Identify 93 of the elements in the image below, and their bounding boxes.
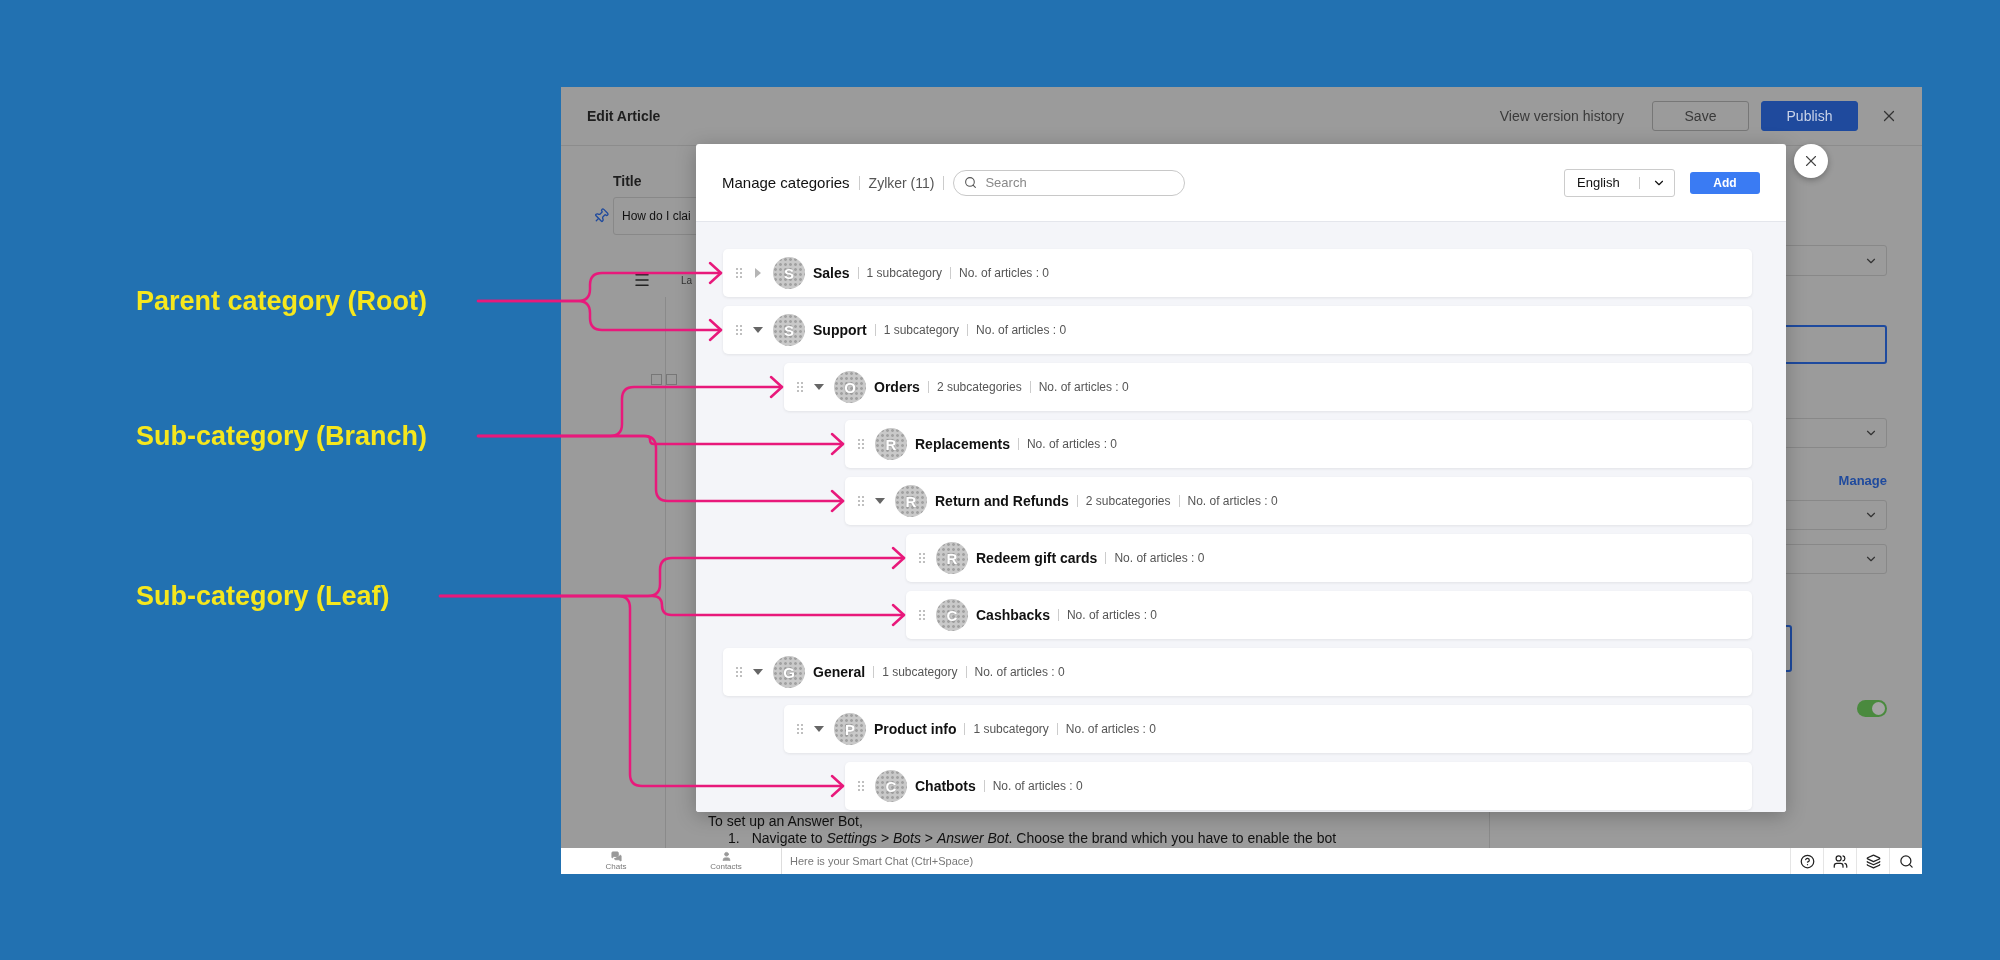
category-avatar: G	[773, 656, 805, 688]
category-row[interactable]: G General 1 subcategory No. of articles : 0	[723, 648, 1752, 696]
drag-handle-icon[interactable]	[735, 666, 743, 678]
article-count: No. of articles : 0	[1187, 494, 1278, 508]
category-avatar: C	[875, 770, 907, 802]
category-name: Orders	[874, 379, 920, 395]
article-count: No. of articles : 0	[1038, 380, 1129, 394]
bottom-tab[interactable]: Contacts	[671, 848, 781, 874]
chat-bubbles-icon	[610, 851, 622, 862]
stack-icon[interactable]	[1865, 853, 1881, 869]
article-count: No. of articles : 0	[976, 323, 1067, 337]
language-select[interactable]: English	[1564, 168, 1675, 197]
list-text: Navigate to Settings > Bots > Answer Bot. Choose the brand which you have to enable the bot	[751, 830, 1337, 847]
subcategory-count: 2 subcategories	[1085, 494, 1171, 508]
person-icon	[720, 851, 732, 862]
article-count: No. of articles : 0	[1065, 722, 1156, 736]
article-count: No. of articles : 0	[974, 665, 1065, 679]
article-count: No. of articles : 0	[959, 266, 1050, 280]
category-row[interactable]: C Chatbots No. of articles : 0	[845, 762, 1752, 810]
help-icon[interactable]	[1799, 853, 1815, 869]
category-row[interactable]: S Sales 1 subcategory No. of articles : 0	[723, 249, 1752, 297]
search-input[interactable]: Search	[983, 174, 1168, 191]
category-row[interactable]: P Product info 1 subcategory No. of articles : 0	[784, 705, 1752, 753]
drag-handle-icon[interactable]	[857, 438, 865, 450]
brand-name: Zylker (11)	[868, 174, 935, 191]
article-count: No. of articles : 0	[992, 779, 1083, 793]
caret-icon[interactable]	[814, 382, 824, 392]
subcategory-count: 1 subcategory	[882, 665, 958, 679]
category-avatar: R	[895, 485, 927, 517]
save-button[interactable]: Save	[1652, 101, 1749, 131]
category-name: Product info	[874, 721, 957, 737]
toggle-switch[interactable]	[1857, 700, 1887, 717]
category-row[interactable]: C Cashbacks No. of articles : 0	[906, 591, 1752, 639]
category-avatar: R	[936, 542, 968, 574]
subcategory-count: 2 subcategories	[936, 380, 1022, 394]
category-name: Cashbacks	[976, 607, 1050, 623]
drag-handle-icon[interactable]	[918, 609, 926, 621]
chat-input[interactable]: Here is your Smart Chat (Ctrl+Space)	[781, 848, 1790, 874]
category-name: Support	[813, 322, 867, 338]
field-label: Title	[613, 172, 642, 190]
add-button[interactable]: Add	[1690, 171, 1760, 194]
annotation-label: Parent category (Root)	[136, 285, 429, 318]
subcategory-count: 1 subcategory	[883, 323, 960, 337]
subcategory-count: 1 subcategory	[866, 266, 942, 280]
annotation-label: Sub-category (Branch)	[136, 420, 429, 453]
page-title: Edit Article	[587, 108, 661, 124]
category-avatar: S	[773, 314, 805, 346]
editor-tool-icon[interactable]	[651, 374, 662, 385]
category-row[interactable]: R Return and Refunds 2 subcategories No. of articles : 0	[845, 477, 1752, 525]
category-avatar: C	[936, 599, 968, 631]
dialog-title: Manage categories	[722, 174, 850, 191]
drag-handle-icon[interactable]	[735, 267, 743, 279]
article-count: No. of articles : 0	[1066, 608, 1157, 622]
category-row[interactable]: S Support 1 subcategory No. of articles : 0	[723, 306, 1752, 354]
category-name: Return and Refunds	[935, 493, 1069, 509]
version-history-link[interactable]: View version history	[1499, 108, 1624, 124]
annotation-label: Sub-category (Leaf)	[136, 580, 391, 613]
article-count: No. of articles : 0	[1026, 437, 1117, 451]
close-button[interactable]	[1794, 144, 1828, 178]
drag-handle-icon[interactable]	[796, 723, 804, 735]
category-avatar: S	[773, 257, 805, 289]
search-icon[interactable]	[1898, 853, 1914, 869]
category-name: Redeem gift cards	[976, 550, 1098, 566]
category-name: Sales	[813, 265, 850, 281]
search-icon	[964, 176, 978, 189]
drag-handle-icon[interactable]	[735, 324, 743, 336]
drag-handle-icon[interactable]	[918, 552, 926, 564]
drag-handle-icon[interactable]	[857, 495, 865, 507]
category-row[interactable]: R Replacements No. of articles : 0	[845, 420, 1752, 468]
list-number: 1.	[728, 830, 740, 847]
category-row[interactable]: R Redeem gift cards No. of articles : 0	[906, 534, 1752, 582]
category-name: General	[813, 664, 866, 680]
caret-icon[interactable]	[753, 667, 763, 677]
category-name: Chatbots	[915, 778, 976, 794]
category-row[interactable]: O Orders 2 subcategories No. of articles : 0	[784, 363, 1752, 411]
category-name: Replacements	[915, 436, 1010, 452]
category-avatar: O	[834, 371, 866, 403]
people-icon[interactable]	[1832, 853, 1848, 869]
caret-icon[interactable]	[814, 724, 824, 734]
caret-icon[interactable]	[753, 325, 763, 335]
editor-tool-icon[interactable]	[666, 374, 677, 385]
bottom-tab[interactable]: Chats	[561, 848, 671, 874]
category-avatar: P	[834, 713, 866, 745]
caret-icon[interactable]	[875, 496, 885, 506]
drag-handle-icon[interactable]	[796, 381, 804, 393]
menu-icon[interactable]	[633, 271, 651, 289]
toolbar-text: La	[681, 274, 693, 286]
category-avatar: R	[875, 428, 907, 460]
article-count: No. of articles : 0	[1114, 551, 1205, 565]
drag-handle-icon[interactable]	[857, 780, 865, 792]
publish-button[interactable]: Publish	[1761, 101, 1858, 131]
body-text: To set up an Answer Bot,	[708, 813, 864, 830]
subcategory-count: 1 subcategory	[973, 722, 1049, 736]
